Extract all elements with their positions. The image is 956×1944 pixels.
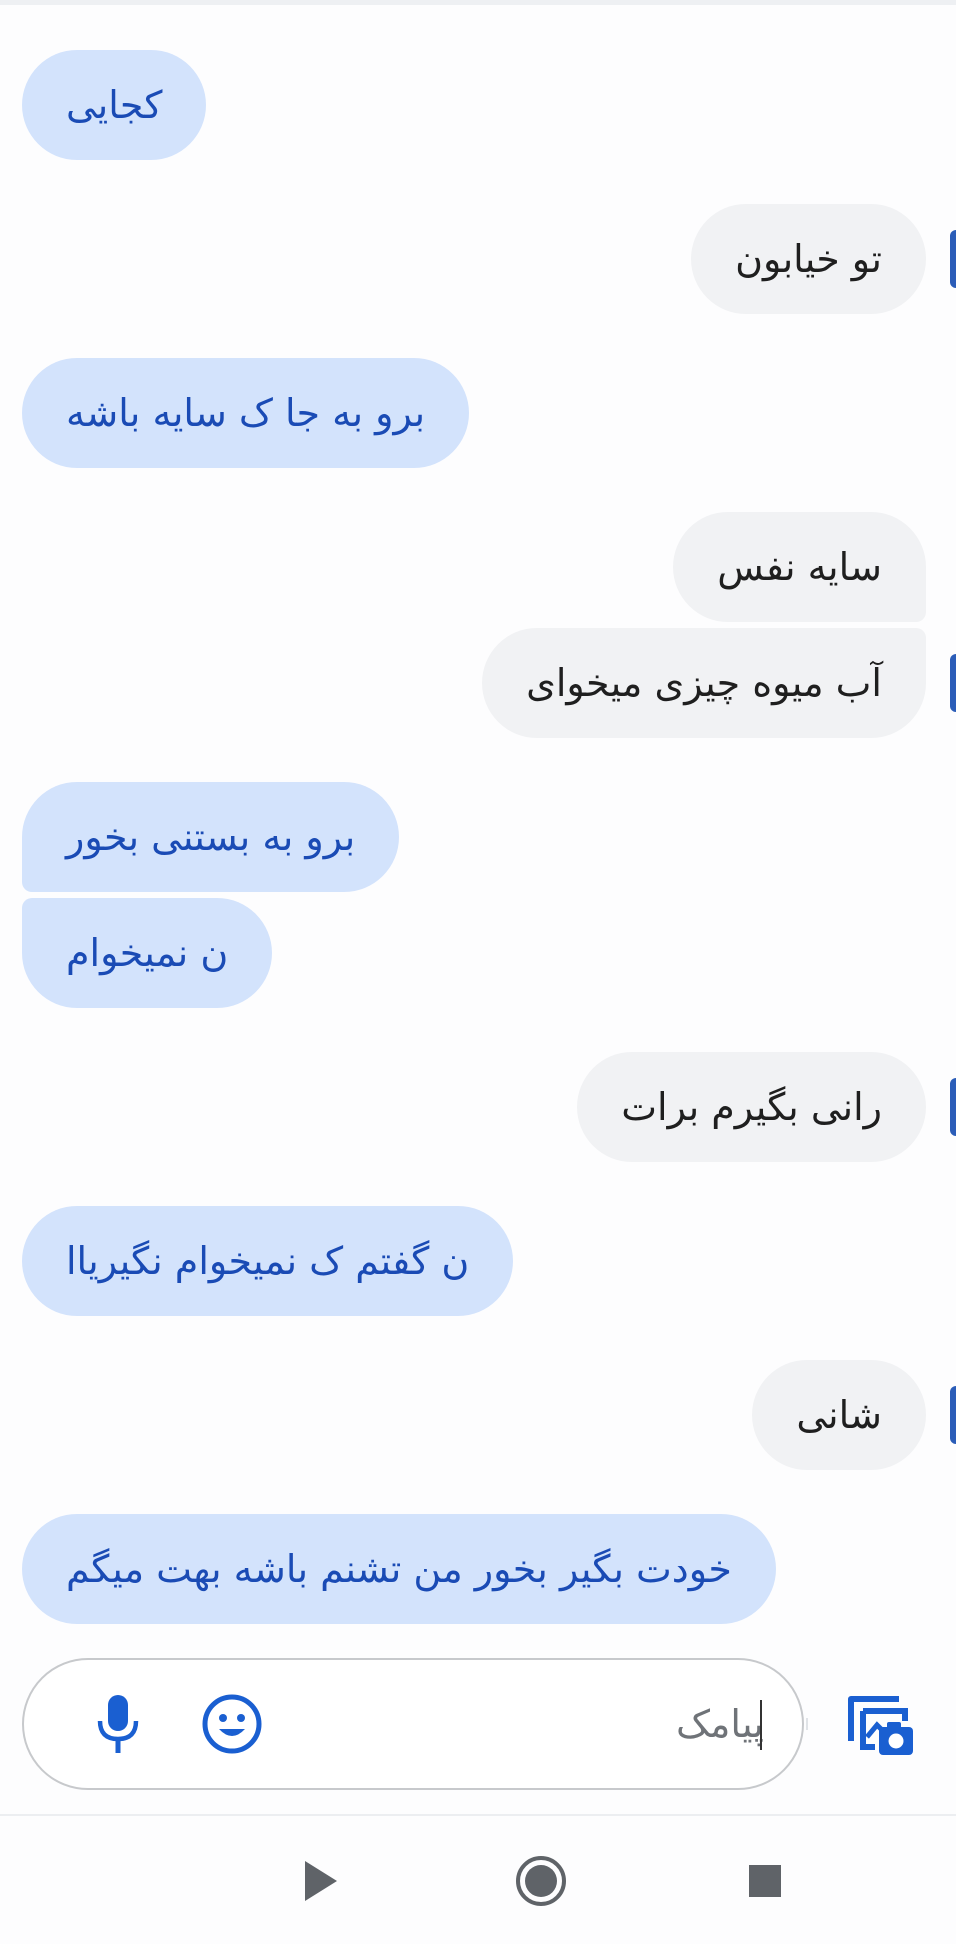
messages-screen: کجایی تو خیابون برو به جا ک سایه باشه سا… (0, 0, 956, 1944)
top-divider (0, 0, 956, 5)
emoji-icon[interactable] (192, 1684, 272, 1764)
message-text: برو به جا ک سایه باشه (66, 391, 426, 435)
message-text: رانی بگیرم برات (621, 1085, 882, 1129)
contact-avatar-icon[interactable] (950, 1078, 956, 1136)
divider-mark (806, 1718, 814, 1730)
message-text: تو خیابون (735, 237, 882, 281)
message-composer[interactable]: پیامک (22, 1658, 804, 1790)
message-bubble-incoming[interactable]: تو خیابون (691, 204, 926, 314)
message-input[interactable]: پیامک (676, 1660, 764, 1788)
message-text: آب میوه چیزی میخوای (526, 661, 882, 705)
message-text: خودت بگیر بخور من تشنم باشه بهت میگم (66, 1547, 732, 1591)
recents-square-icon[interactable] (710, 1816, 820, 1944)
message-bubble-outgoing[interactable]: خودت بگیر بخور من تشنم باشه بهت میگم (22, 1514, 776, 1624)
home-circle-icon[interactable] (486, 1816, 596, 1944)
message-bubble-outgoing[interactable]: ن نمیخوام (22, 898, 273, 1008)
message-bubble-incoming[interactable]: رانی بگیرم برات (577, 1052, 926, 1162)
message-bubble-outgoing[interactable]: برو به جا ک سایه باشه (22, 358, 470, 468)
message-text: سایه نفس (717, 545, 882, 589)
contact-avatar-icon[interactable] (950, 654, 956, 712)
message-text: برو به بستنی بخور (66, 815, 356, 859)
message-bubble-outgoing[interactable]: برو به بستنی بخور (22, 782, 400, 892)
message-bubble-incoming[interactable]: آب میوه چیزی میخوای (482, 628, 926, 738)
gallery-camera-icon[interactable] (838, 1682, 922, 1766)
system-navigation-bar (0, 1814, 956, 1944)
message-bubble-outgoing[interactable]: کجایی (22, 50, 207, 160)
message-text: ن گفتم ک نمیخوام نگیریاا (66, 1239, 470, 1283)
message-text: کجایی (66, 83, 163, 127)
microphone-icon[interactable] (80, 1686, 156, 1762)
message-bubble-outgoing[interactable]: ن گفتم ک نمیخوام نگیریاا (22, 1206, 514, 1316)
message-text: ن نمیخوام (66, 931, 229, 975)
message-bubble-incoming[interactable]: سایه نفس (673, 512, 926, 622)
contact-avatar-icon[interactable] (950, 1386, 956, 1444)
message-bubble-incoming[interactable]: شانی (752, 1360, 926, 1470)
text-cursor (760, 1700, 762, 1750)
message-text: شانی (796, 1393, 882, 1437)
contact-avatar-icon[interactable] (950, 230, 956, 288)
back-triangle-icon[interactable] (266, 1816, 376, 1944)
